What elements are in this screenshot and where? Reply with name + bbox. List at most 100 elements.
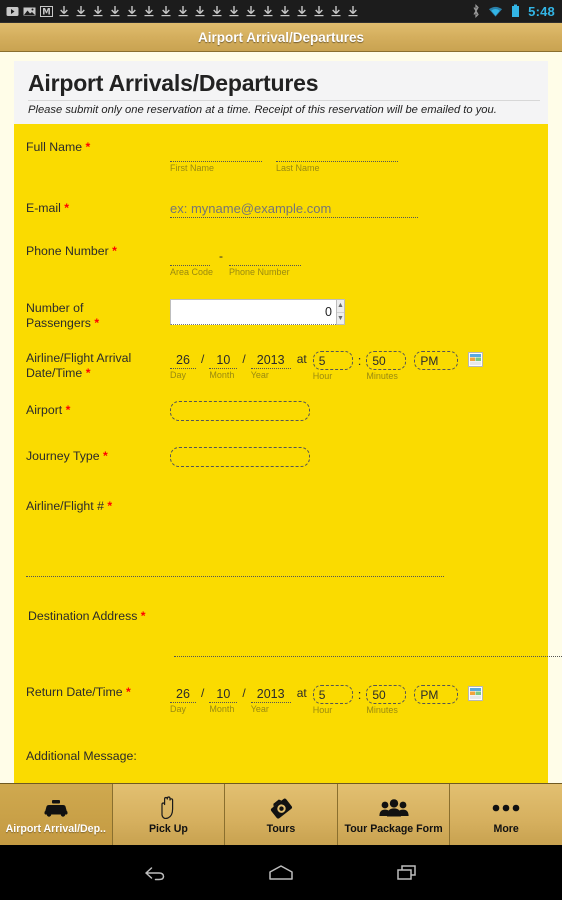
time-colon: :: [357, 687, 362, 702]
phone-screen: M 5:48 Airport Arrival/Departures Airpor…: [0, 0, 562, 900]
android-nav-bar: [0, 845, 562, 900]
status-bar-clock: 5:48: [528, 3, 555, 19]
area-code-sublabel: Area Code: [170, 267, 214, 277]
return-day-input[interactable]: [170, 686, 196, 703]
required-marker: *: [103, 449, 108, 463]
field-phone: Area Code - Phone Number: [170, 242, 548, 277]
label-text: Airline/Flight #: [26, 499, 104, 513]
required-marker: *: [65, 403, 71, 417]
field-email: [170, 199, 548, 218]
arrival-ampm-group: [406, 351, 459, 370]
first-name-sublabel: First Name: [170, 163, 215, 173]
field-row-passengers: Number of Passengers * ▲ ▼: [14, 299, 548, 331]
last-name-input[interactable]: [276, 145, 398, 162]
email-input[interactable]: [170, 199, 418, 218]
tab-tour-package-form[interactable]: Tour Package Form: [338, 784, 451, 845]
arrival-month-group: Month: [209, 351, 238, 380]
label-text: Destination Address: [28, 609, 138, 623]
page-subtitle: Please submit only one reservation at a …: [28, 104, 497, 116]
download-icon: [192, 4, 207, 19]
label-journey-type: Journey Type *: [26, 447, 170, 464]
back-icon[interactable]: [137, 858, 173, 888]
tab-label: More: [493, 822, 519, 835]
tab-airport-arrival-departures[interactable]: Airport Arrival/Dep..: [0, 784, 113, 845]
arrival-month-input[interactable]: [209, 352, 238, 369]
download-icon: [107, 4, 122, 19]
last-name-sublabel: Last Name: [276, 163, 320, 173]
return-month-input[interactable]: [209, 686, 238, 703]
required-marker: *: [107, 499, 113, 513]
app-title-bar: Airport Arrival/Departures: [0, 22, 562, 52]
label-text-line2: Date/Time: [26, 366, 83, 380]
arrival-ampm-select[interactable]: [414, 351, 459, 370]
label-arrival-datetime: Airline/Flight Arrival Date/Time *: [26, 349, 170, 381]
return-hour-input[interactable]: [312, 685, 353, 704]
stepper-down-icon[interactable]: ▼: [337, 313, 344, 325]
return-hour-sublabel: Hour: [312, 705, 333, 715]
return-minutes-input[interactable]: [366, 685, 407, 704]
phone-number-sublabel: Phone Number: [229, 267, 290, 277]
passengers-stepper-buttons[interactable]: ▲ ▼: [336, 299, 345, 325]
tab-pick-up[interactable]: Pick Up: [113, 784, 226, 845]
datetime-at-label: at: [296, 352, 307, 366]
field-arrival-datetime: Day / Month / Year at: [170, 349, 548, 381]
area-code-input[interactable]: [170, 249, 210, 266]
home-icon[interactable]: [263, 858, 299, 888]
status-bar: M 5:48: [0, 0, 562, 22]
destination-address-input[interactable]: [174, 656, 562, 657]
return-minutes-sublabel: Minutes: [366, 705, 398, 715]
return-day-sublabel: Day: [170, 704, 187, 714]
label-text-line2: Passengers: [26, 316, 91, 330]
return-year-input[interactable]: [250, 686, 291, 703]
phone-separator: -: [219, 249, 224, 263]
date-slash-1: /: [201, 352, 205, 366]
download-icon: [311, 4, 326, 19]
download-icon: [260, 4, 275, 19]
field-row-return-datetime: Return Date/Time * Day / Month: [14, 683, 548, 715]
passengers-stepper[interactable]: ▲ ▼: [170, 299, 345, 325]
status-bar-system-icons: 5:48: [468, 4, 557, 19]
status-bar-notification-icons: M: [5, 4, 468, 19]
download-icon: [90, 4, 105, 19]
ellipsis-icon: [491, 795, 521, 821]
calendar-icon[interactable]: [468, 686, 484, 706]
journey-type-select[interactable]: [170, 447, 310, 467]
download-icon: [175, 4, 190, 19]
arrival-minutes-input[interactable]: [366, 351, 407, 370]
required-marker: *: [94, 316, 100, 330]
airport-select[interactable]: [170, 401, 310, 421]
back-badge-icon: [5, 4, 20, 19]
datetime-at-label: at: [296, 686, 307, 700]
download-icon: [56, 4, 71, 19]
required-marker: *: [112, 244, 117, 258]
download-icon: [209, 4, 224, 19]
arrival-year-input[interactable]: [250, 352, 291, 369]
hand-icon: [157, 795, 179, 821]
phone-number-input[interactable]: [229, 249, 302, 266]
label-text-line1: Number of: [26, 301, 84, 315]
download-icon: [345, 4, 360, 19]
first-name-input[interactable]: [170, 145, 262, 162]
return-year-group: Year: [250, 685, 291, 714]
arrival-hour-group: Hour: [312, 351, 353, 381]
airline-flight-spacer: [26, 514, 548, 576]
page-title: Airport Arrivals/Departures: [28, 69, 540, 101]
field-row-additional-message: Additional Message:: [14, 747, 548, 764]
arrival-hour-input[interactable]: [312, 351, 353, 370]
required-marker: *: [85, 140, 91, 154]
return-ampm-select[interactable]: [414, 685, 459, 704]
arrival-day-input[interactable]: [170, 352, 196, 369]
recents-icon[interactable]: [389, 858, 425, 888]
arrival-minutes-sublabel: Minutes: [366, 371, 398, 381]
label-text: Phone Number: [26, 244, 109, 258]
stepper-up-icon[interactable]: ▲: [337, 300, 344, 313]
calendar-icon[interactable]: [468, 352, 484, 372]
return-year-sublabel: Year: [250, 704, 269, 714]
tab-tours[interactable]: Tours: [225, 784, 338, 845]
wifi-icon: [488, 4, 503, 19]
passengers-input[interactable]: [170, 299, 336, 325]
field-row-full-name: Full Name * First Name Last Name: [14, 138, 548, 173]
tab-more[interactable]: More: [450, 784, 562, 845]
download-icon: [73, 4, 88, 19]
download-icon: [226, 4, 241, 19]
